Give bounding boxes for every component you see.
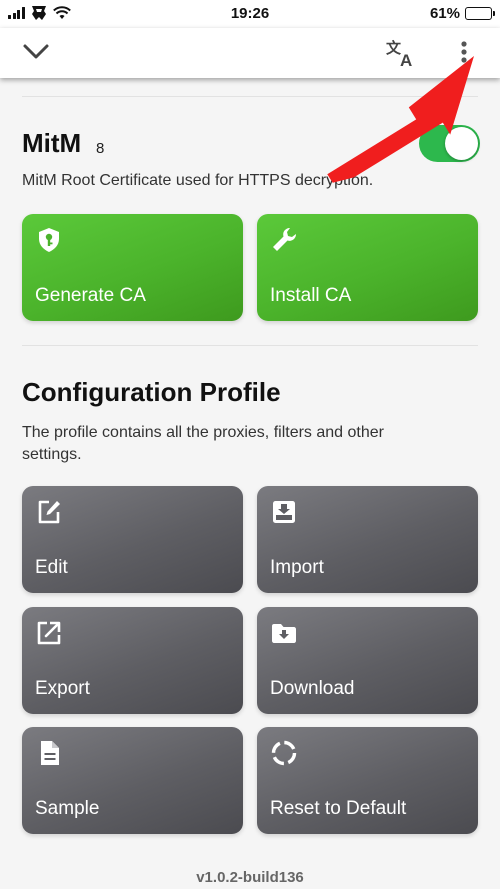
red-arrow-annotation — [327, 56, 474, 183]
